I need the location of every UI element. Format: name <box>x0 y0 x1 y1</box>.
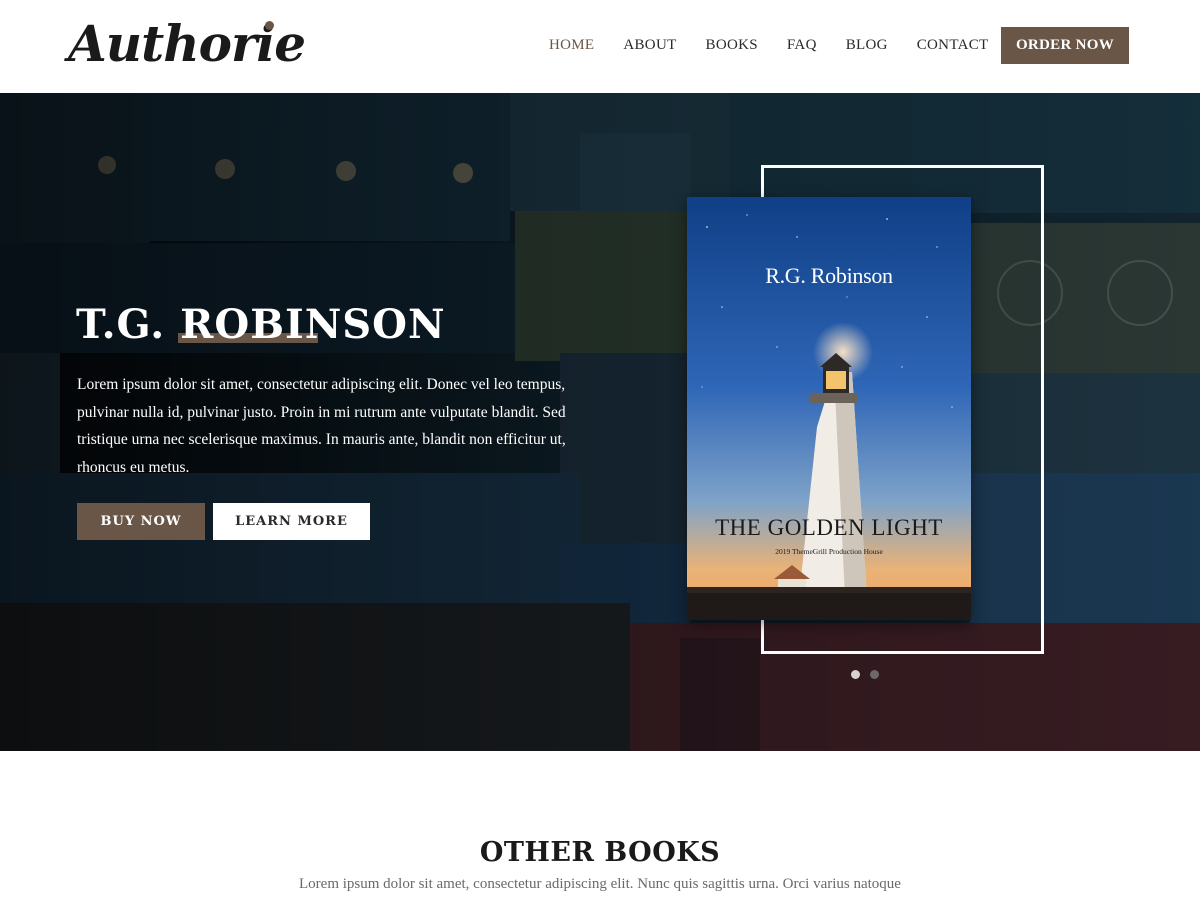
lighthouse-cover-image <box>687 197 971 620</box>
learn-more-button[interactable]: LEARN MORE <box>213 503 370 540</box>
site-header: Authorie HOME ABOUT BOOKS FAQ BLOG CONTA… <box>0 0 1200 93</box>
book-cover[interactable]: R.G. Robinson THE GOLDEN LIGHT 2019 Them… <box>687 197 971 620</box>
nav-home[interactable]: HOME <box>549 35 594 55</box>
other-books-title: OTHER BOOKS <box>479 837 721 868</box>
hero-section: T.G. ROBINSON Lorem ipsum dolor sit amet… <box>0 93 1200 751</box>
logo-dot <box>265 21 274 30</box>
nav-about[interactable]: ABOUT <box>623 35 676 55</box>
nav-faq[interactable]: FAQ <box>787 35 817 55</box>
hero-title: T.G. ROBINSON <box>76 301 446 348</box>
nav-books[interactable]: BOOKS <box>706 35 758 55</box>
slider-dots <box>851 670 879 679</box>
nav-blog[interactable]: BLOG <box>846 35 888 55</box>
site-logo[interactable]: Authorie <box>68 14 306 74</box>
book-title: THE GOLDEN LIGHT <box>715 515 943 540</box>
hero-description: Lorem ipsum dolor sit amet, consectetur … <box>77 376 566 476</box>
buy-now-button[interactable]: BUY NOW <box>77 503 205 540</box>
book-author: R.G. Robinson <box>765 263 893 288</box>
book-subtitle: 2019 ThemeGrill Production House <box>775 547 883 556</box>
other-books-description: Lorem ipsum dolor sit amet, consectetur … <box>299 876 901 892</box>
slider-dot-2[interactable] <box>870 670 879 679</box>
main-nav: HOME ABOUT BOOKS FAQ BLOG CONTACT <box>549 35 988 55</box>
order-now-button[interactable]: ORDER NOW <box>1001 27 1129 64</box>
nav-contact[interactable]: CONTACT <box>917 35 989 55</box>
slider-dot-1[interactable] <box>851 670 860 679</box>
